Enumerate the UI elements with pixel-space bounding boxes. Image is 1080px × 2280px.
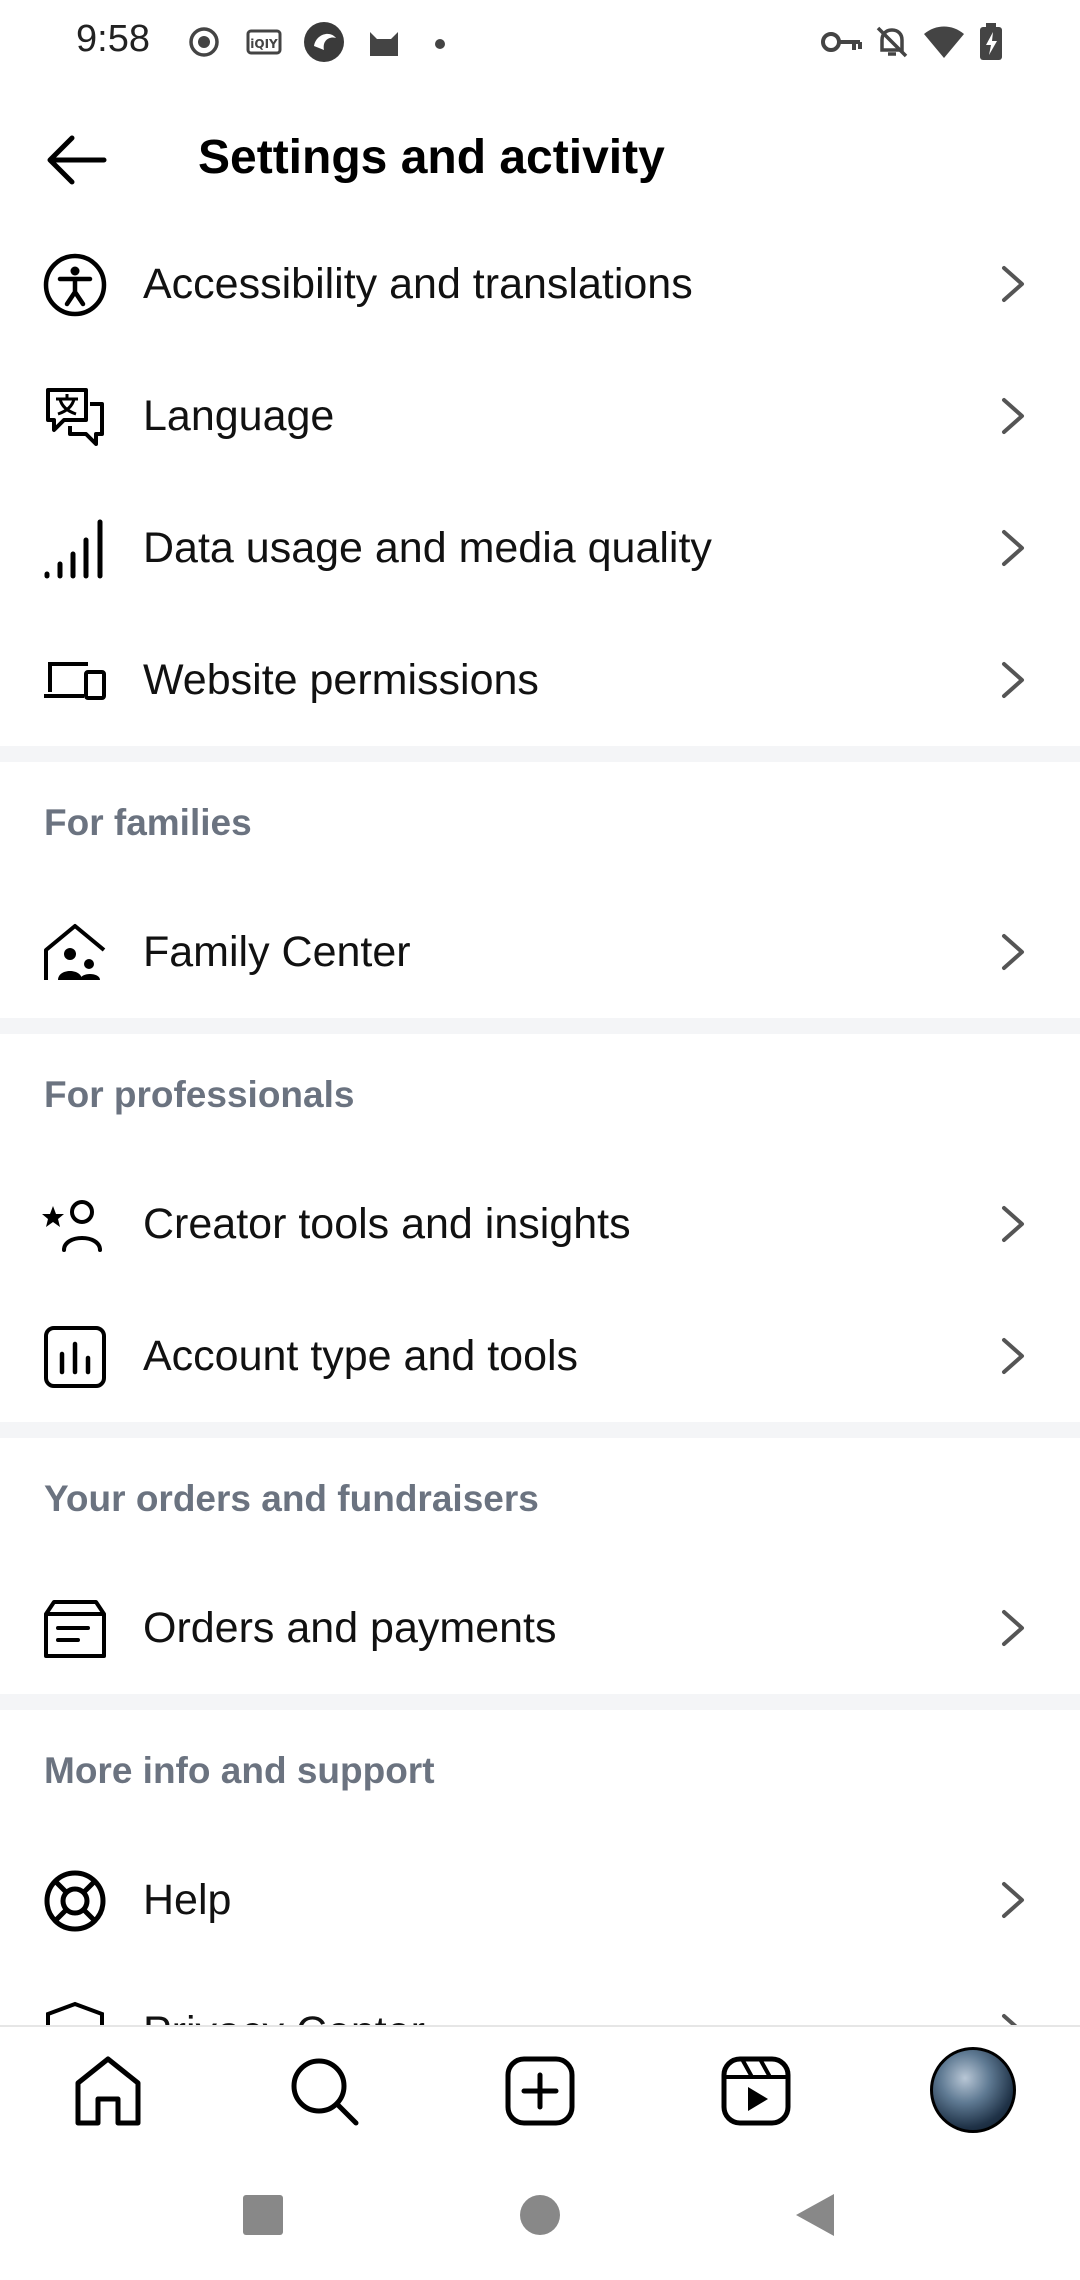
row-label: Language (143, 392, 335, 440)
row-orders-payments[interactable]: Orders and payments (0, 1562, 1080, 1694)
vpn-key-icon (820, 22, 864, 62)
search-icon[interactable] (286, 2053, 362, 2129)
chevron-right-icon (996, 1878, 1030, 1922)
section-divider (0, 1694, 1080, 1710)
chevron-right-icon (996, 658, 1030, 702)
row-label: Help (143, 1876, 232, 1924)
section-header-families: For families (44, 802, 252, 843)
section-header-orders: Your orders and fundraisers (44, 1478, 539, 1519)
cat-icon (364, 22, 404, 62)
row-label: Creator tools and insights (143, 1200, 631, 1248)
reels-icon[interactable] (718, 2053, 794, 2129)
section-divider (0, 746, 1080, 762)
status-time: 9:58 (76, 18, 150, 60)
devices-icon (42, 648, 108, 714)
back-arrow-icon (47, 135, 107, 185)
orders-icon (42, 1596, 108, 1662)
section-divider (0, 1018, 1080, 1034)
creator-star-icon (42, 1192, 108, 1258)
chevron-right-icon (996, 1334, 1030, 1378)
row-label: Accessibility and translations (143, 260, 693, 308)
row-family-center[interactable]: Family Center (0, 886, 1080, 1018)
section-header-professionals: For professionals (44, 1074, 355, 1115)
wifi-icon (922, 22, 966, 62)
row-label: Data usage and media quality (143, 524, 712, 572)
chevron-right-icon (996, 526, 1030, 570)
signal-bars-icon (42, 516, 108, 582)
chevron-right-icon (996, 930, 1030, 974)
lifebuoy-icon (42, 1868, 108, 1934)
bell-off-icon (872, 22, 912, 62)
iqiyi-icon: iQIY (244, 22, 284, 62)
row-account-type[interactable]: Account type and tools (0, 1290, 1080, 1422)
row-help[interactable]: Help (0, 1834, 1080, 1966)
svg-text:iQIY: iQIY (250, 37, 278, 51)
app-icon (302, 20, 346, 64)
row-creator-tools[interactable]: Creator tools and insights (0, 1158, 1080, 1290)
row-accessibility[interactable]: Accessibility and translations (0, 218, 1080, 350)
translate-icon (42, 384, 108, 450)
row-language[interactable]: Language (0, 350, 1080, 482)
chevron-right-icon (996, 262, 1030, 306)
row-label: Website permissions (143, 656, 539, 704)
family-home-icon (42, 920, 108, 986)
recents-icon[interactable] (242, 2194, 284, 2236)
back-triangle-icon[interactable] (794, 2192, 836, 2238)
dot-icon (430, 34, 450, 54)
system-nav-bar (0, 2151, 1080, 2280)
header: Settings and activity (0, 100, 1080, 220)
section-header-support: More info and support (44, 1750, 435, 1791)
create-icon[interactable] (502, 2053, 578, 2129)
home-circle-icon[interactable] (519, 2194, 561, 2236)
section-divider (0, 1422, 1080, 1438)
row-label: Orders and payments (143, 1604, 557, 1652)
chevron-right-icon (996, 1606, 1030, 1650)
chevron-right-icon (996, 394, 1030, 438)
battery-charging-icon (976, 22, 1006, 62)
chevron-right-icon (996, 1202, 1030, 1246)
status-bar: 9:58 iQIY (0, 0, 1080, 86)
profile-avatar[interactable] (930, 2047, 1016, 2133)
bottom-nav (0, 2025, 1080, 2151)
row-label: Account type and tools (143, 1332, 579, 1380)
bar-chart-icon (42, 1324, 108, 1390)
accessibility-icon (42, 252, 108, 318)
page-title: Settings and activity (198, 131, 665, 184)
row-website-permissions[interactable]: Website permissions (0, 614, 1080, 746)
home-icon[interactable] (70, 2053, 146, 2129)
row-label: Family Center (143, 928, 411, 976)
back-button[interactable] (40, 126, 112, 194)
record-icon (184, 22, 224, 62)
row-data-usage[interactable]: Data usage and media quality (0, 482, 1080, 614)
